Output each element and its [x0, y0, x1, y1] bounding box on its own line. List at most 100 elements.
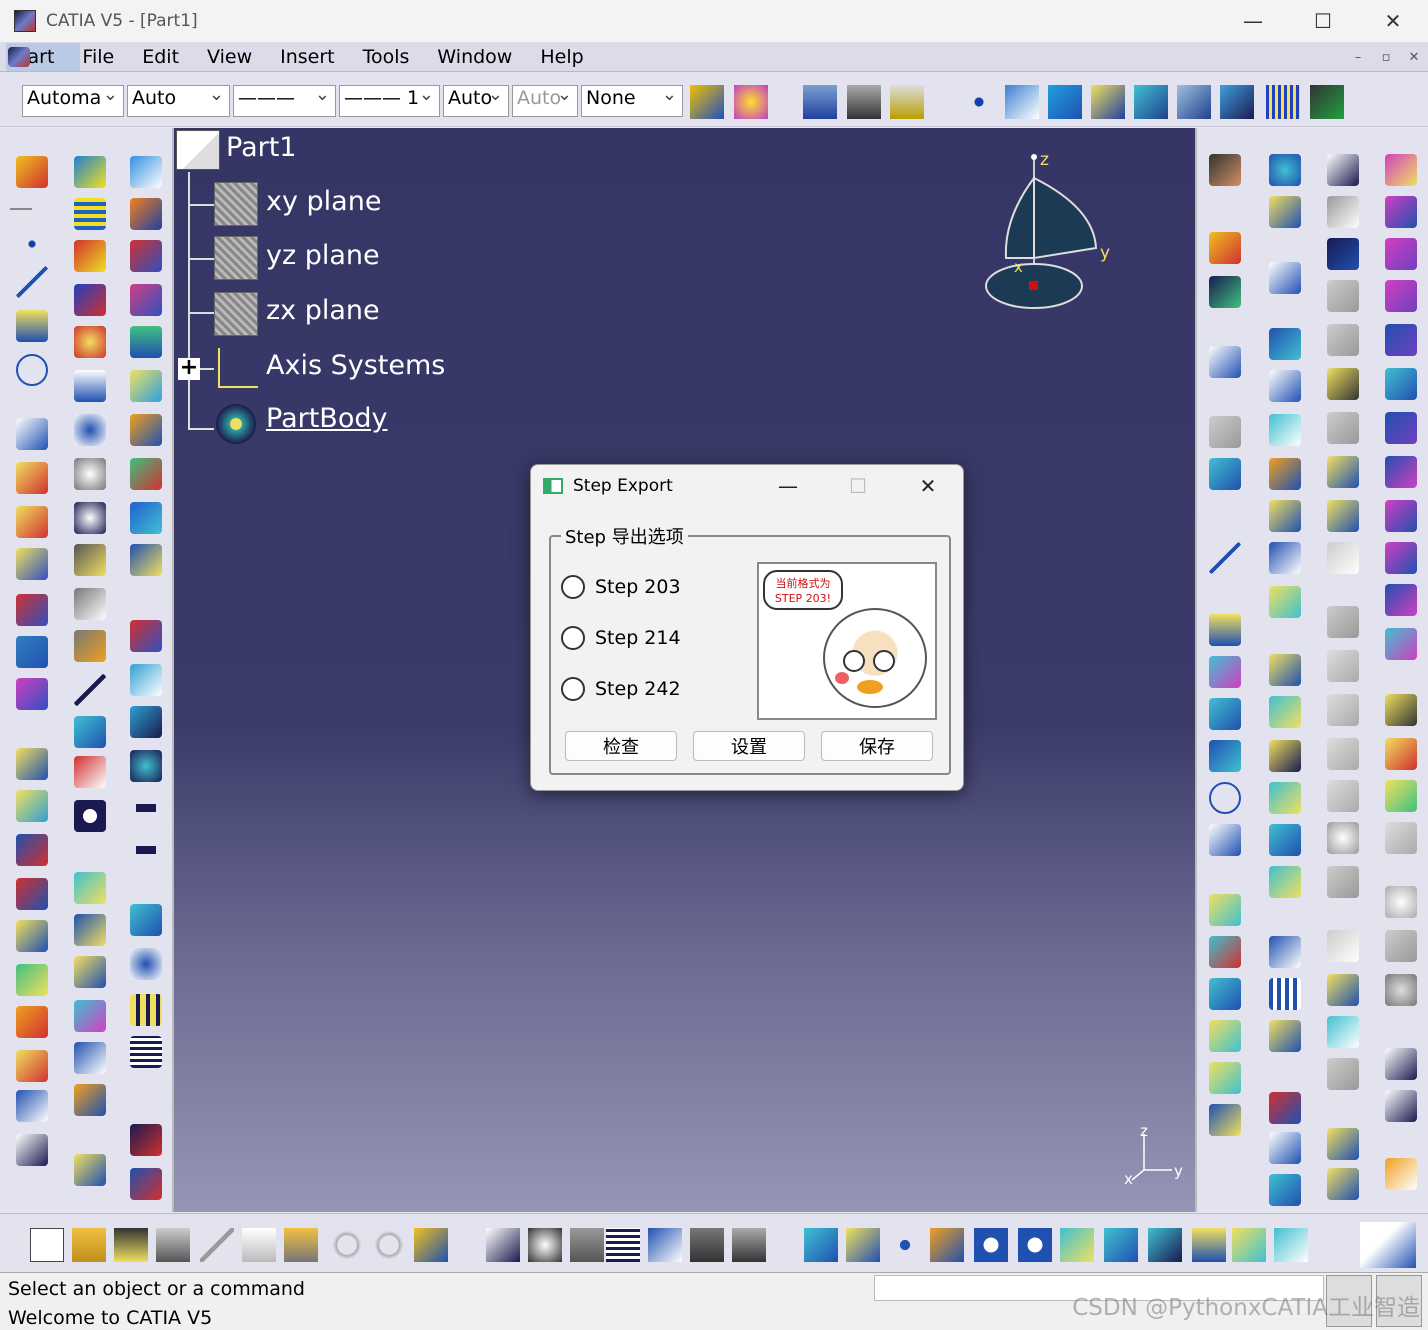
multi-view-icon[interactable]: [1104, 1228, 1138, 1262]
tool-icon[interactable]: [74, 544, 106, 576]
tool-icon[interactable]: [74, 414, 106, 446]
tool-icon[interactable]: [1327, 154, 1359, 186]
tool-icon[interactable]: [1385, 324, 1417, 356]
tool-icon[interactable]: [130, 502, 162, 534]
tool-icon[interactable]: [1209, 740, 1241, 772]
tool-icon[interactable]: [732, 1228, 766, 1262]
tool-icon[interactable]: [1269, 936, 1301, 968]
tool-icon[interactable]: [1385, 628, 1417, 660]
tool-icon[interactable]: [16, 834, 48, 866]
expand-plus-icon[interactable]: +: [178, 357, 200, 380]
point-icon[interactable]: [16, 228, 48, 260]
tool-icon[interactable]: [16, 462, 48, 494]
check-button[interactable]: 检查: [565, 731, 677, 761]
tool-icon[interactable]: [1385, 1158, 1417, 1190]
tool-icon[interactable]: [74, 756, 106, 788]
tool-icon[interactable]: [130, 620, 162, 652]
tool-icon[interactable]: [1385, 1048, 1417, 1080]
select-icon[interactable]: [1209, 232, 1241, 264]
tool-icon[interactable]: [130, 750, 162, 782]
tool-icon[interactable]: [130, 156, 162, 188]
redo-icon[interactable]: [372, 1228, 406, 1262]
tool-icon[interactable]: [1327, 368, 1359, 400]
tool-icon[interactable]: [1327, 1016, 1359, 1048]
cut-icon[interactable]: [200, 1228, 234, 1262]
tool-icon[interactable]: [16, 1134, 48, 1166]
measure-between-icon[interactable]: [803, 85, 837, 119]
formula-icon[interactable]: [486, 1228, 520, 1262]
tool-icon[interactable]: [1269, 740, 1301, 772]
layer-combo-disabled[interactable]: Auto: [512, 85, 578, 117]
tool-icon[interactable]: [1269, 328, 1301, 360]
surface-icon[interactable]: [1048, 85, 1082, 119]
new-file-icon[interactable]: [30, 1228, 64, 1262]
tool-icon[interactable]: [74, 1042, 106, 1074]
tool-icon[interactable]: [1269, 782, 1301, 814]
rotate-icon[interactable]: [930, 1228, 964, 1262]
body-icon[interactable]: [1220, 85, 1254, 119]
tool-icon[interactable]: [1209, 894, 1241, 926]
tool-icon[interactable]: [1269, 586, 1301, 618]
tree-item-partbody[interactable]: PartBody: [266, 403, 387, 434]
zoom-out-icon[interactable]: [1018, 1228, 1052, 1262]
tool-icon[interactable]: [74, 956, 106, 988]
tool-icon[interactable]: [74, 458, 106, 490]
tool-icon[interactable]: [1385, 886, 1417, 918]
axis-icon[interactable]: [74, 674, 106, 706]
tool-icon[interactable]: [74, 872, 106, 904]
tool-icon[interactable]: [1385, 584, 1417, 616]
tool-icon[interactable]: [130, 240, 162, 272]
menu-view[interactable]: View: [207, 46, 252, 68]
curve-icon[interactable]: [1209, 824, 1241, 856]
circle-icon[interactable]: [16, 354, 48, 386]
analysis-icon[interactable]: [1310, 85, 1344, 119]
tool-icon[interactable]: [130, 664, 162, 696]
tool-icon[interactable]: [1209, 458, 1241, 490]
settings-button[interactable]: 设置: [693, 731, 805, 761]
yz-plane-icon[interactable]: [214, 236, 258, 280]
transparency-combo[interactable]: Auto: [127, 85, 230, 117]
tool-icon[interactable]: [1327, 650, 1359, 682]
last-icon[interactable]: [130, 834, 162, 866]
tool-icon[interactable]: [1327, 542, 1359, 574]
painter-icon[interactable]: [690, 85, 724, 119]
dialog-minimize-button[interactable]: —: [753, 465, 823, 507]
tool-icon[interactable]: [1327, 1058, 1359, 1090]
tree-item-yz-plane[interactable]: yz plane: [266, 240, 380, 271]
tool-icon[interactable]: [1385, 1090, 1417, 1122]
tool-icon[interactable]: [1327, 1168, 1359, 1200]
plane-icon[interactable]: [1091, 85, 1125, 119]
tool-icon[interactable]: [16, 748, 48, 780]
tree-root-part1[interactable]: Part1: [226, 132, 296, 163]
plane-icon[interactable]: [16, 310, 48, 342]
tool-icon[interactable]: [1269, 866, 1301, 898]
tool-icon[interactable]: [1209, 276, 1241, 308]
tree-item-xy-plane[interactable]: xy plane: [266, 186, 381, 217]
dialog-maximize-button[interactable]: ☐: [823, 465, 893, 507]
tool-icon[interactable]: [1269, 1020, 1301, 1052]
tool-icon[interactable]: [1327, 974, 1359, 1006]
tool-icon[interactable]: [1209, 698, 1241, 730]
radio-circle[interactable]: [561, 626, 585, 650]
tool-icon[interactable]: [1209, 1020, 1241, 1052]
minimize-button[interactable]: —: [1218, 0, 1288, 42]
tool-icon[interactable]: [130, 994, 162, 1026]
tool-icon[interactable]: [1269, 1092, 1301, 1124]
tool-icon[interactable]: [1385, 456, 1417, 488]
tool-icon[interactable]: [1327, 930, 1359, 962]
tool-icon[interactable]: [1209, 978, 1241, 1010]
sketch-positioned-icon[interactable]: [1177, 85, 1211, 119]
tool-icon[interactable]: [1327, 456, 1359, 488]
tool-icon[interactable]: [1385, 822, 1417, 854]
linetype-combo[interactable]: ———: [233, 85, 336, 117]
tool-icon[interactable]: [16, 548, 48, 580]
whats-this-icon[interactable]: [414, 1228, 448, 1262]
menu-file[interactable]: File: [82, 46, 114, 68]
knowledge-icon[interactable]: [528, 1228, 562, 1262]
tool-icon[interactable]: [1209, 346, 1241, 378]
tool-icon[interactable]: [74, 370, 106, 402]
menu-help[interactable]: Help: [540, 46, 583, 68]
menu-window[interactable]: Window: [437, 46, 512, 68]
circle-icon[interactable]: [1209, 782, 1241, 814]
tool-icon[interactable]: [16, 1090, 48, 1122]
